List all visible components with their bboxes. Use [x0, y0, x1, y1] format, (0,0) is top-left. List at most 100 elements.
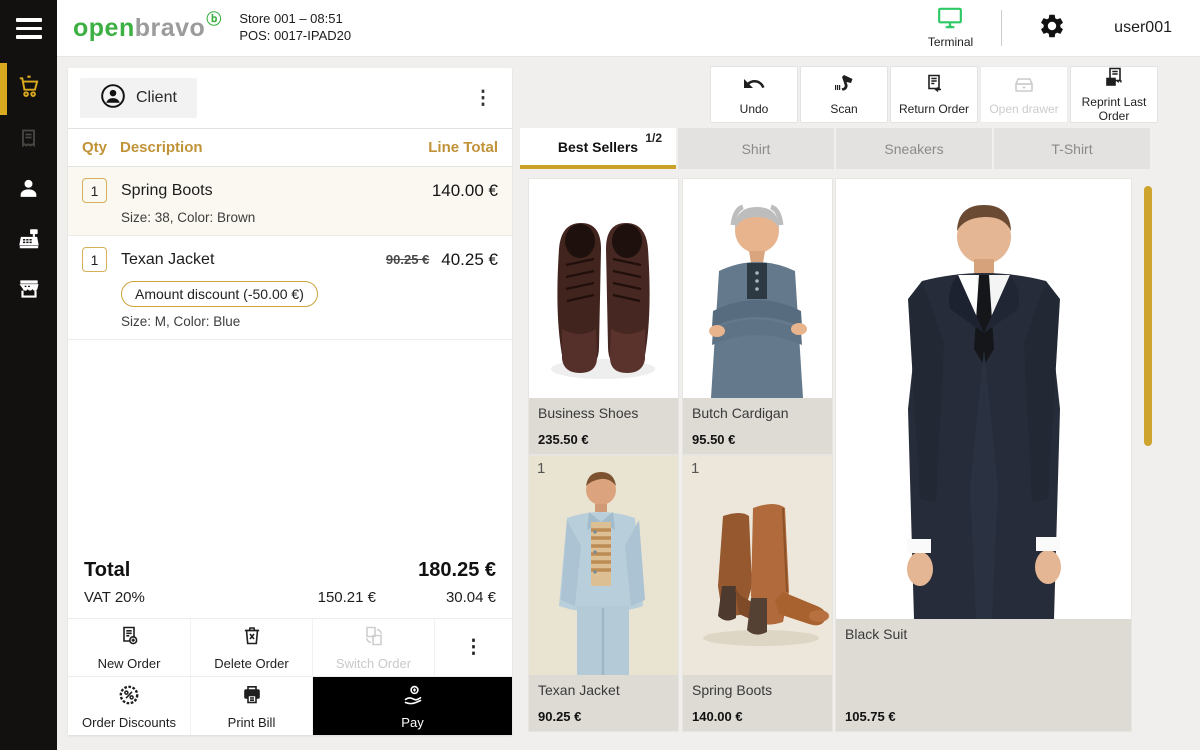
order-line[interactable]: 1 Texan Jacket 90.25 € 40.25 € Amount di… — [68, 236, 512, 340]
product-card-butch-cardigan[interactable]: Butch Cardigan 95.50 € — [682, 178, 833, 455]
business-shoes-image — [529, 179, 678, 398]
totals: Total 180.25 € VAT 20% 150.21 € 30.04 € — [68, 549, 512, 618]
more-actions-button[interactable]: ⋮ — [434, 619, 512, 676]
open-drawer-button: Open drawer — [980, 66, 1068, 123]
settings-button[interactable] — [1038, 12, 1066, 45]
spring-boots-image — [683, 456, 832, 675]
scan-button[interactable]: Scan — [800, 66, 888, 123]
return-order-icon — [922, 72, 946, 101]
terminal-button[interactable]: Terminal — [928, 7, 973, 49]
order-lines: 1 Spring Boots 140.00 € Size: 38, Color:… — [68, 167, 512, 549]
col-description: Description — [120, 139, 428, 156]
switch-order-button: Switch Order — [312, 619, 434, 676]
reprint-icon — [1102, 65, 1126, 94]
client-label: Client — [136, 89, 177, 107]
product-name: Spring Boots — [683, 675, 832, 698]
delete-order-icon — [240, 624, 264, 653]
client-button[interactable]: Client — [80, 78, 197, 118]
return-order-button[interactable]: Return Order — [890, 66, 978, 123]
gear-icon — [1038, 12, 1066, 45]
order-discounts-button[interactable]: Order Discounts — [68, 677, 190, 735]
tab-shirt[interactable]: Shirt — [678, 128, 834, 169]
product-card-texan-jacket[interactable]: 1 Texan Jacket 90.25 € — [528, 455, 679, 732]
logo-text-open: open — [73, 16, 135, 41]
product-name: Butch Cardigan — [683, 398, 832, 421]
product-price: 95.50 € — [692, 432, 735, 447]
sidebar-item-sales[interactable] — [0, 63, 57, 115]
order-line[interactable]: 1 Spring Boots 140.00 € Size: 38, Color:… — [68, 167, 512, 236]
discount-chip[interactable]: Amount discount (-50.00 €) — [121, 281, 318, 307]
catalog-scrollbar[interactable] — [1144, 186, 1152, 446]
topbar-divider — [1001, 10, 1002, 46]
category-tabs: Best Sellers 1/2 Shirt Sneakers T-Shirt — [520, 128, 1150, 169]
product-qty-badge: 1 — [537, 460, 545, 477]
topbar: openbravoⓑ Store 001 – 08:51 POS: 0017-I… — [57, 0, 1200, 57]
print-bill-button[interactable]: Print Bill — [190, 677, 312, 735]
line-original-price: 90.25 € — [386, 252, 429, 267]
line-attributes: Size: 38, Color: Brown — [121, 210, 498, 225]
menu-icon[interactable] — [0, 0, 57, 57]
total-value: 180.25 € — [418, 559, 496, 582]
sidebar-item-customers[interactable] — [0, 167, 57, 215]
order-actions: New Order Delete Order Switch Order ⋮ — [68, 618, 512, 735]
vat-base: 150.21 € — [226, 589, 376, 606]
order-menu-button[interactable]: ⋮ — [466, 87, 500, 110]
new-order-button[interactable]: New Order — [68, 619, 190, 676]
product-name: Black Suit — [836, 619, 1131, 642]
product-price: 140.00 € — [692, 709, 743, 724]
tab-best-sellers[interactable]: Best Sellers 1/2 — [520, 128, 676, 169]
store-icon — [16, 276, 42, 307]
terminal-label: Terminal — [928, 35, 973, 49]
tab-t-shirt[interactable]: T-Shirt — [994, 128, 1150, 169]
product-price: 105.75 € — [845, 709, 896, 724]
vat-amount: 30.04 € — [376, 589, 496, 606]
order-panel: Client ⋮ Qty Description Line Total 1 Sp… — [68, 68, 512, 735]
product-price: 90.25 € — [538, 709, 581, 724]
black-suit-image — [836, 179, 1131, 619]
sidebar — [0, 0, 57, 750]
pos-app: openbravoⓑ Store 001 – 08:51 POS: 0017-I… — [0, 0, 1200, 750]
openbravo-logo: openbravoⓑ — [73, 16, 221, 41]
new-order-icon — [117, 624, 141, 653]
cash-register-icon — [16, 226, 42, 257]
person-icon — [16, 176, 41, 206]
reprint-last-order-button[interactable]: Reprint Last Order — [1070, 66, 1158, 123]
store-line2: POS: 0017-IPAD20 — [239, 28, 351, 45]
logo-mark-icon: ⓑ — [206, 12, 221, 27]
sidebar-item-cash-register[interactable] — [0, 217, 57, 265]
pay-button[interactable]: Pay — [312, 677, 512, 735]
line-attributes: Size: M, Color: Blue — [121, 314, 498, 329]
store-line1: Store 001 – 08:51 — [239, 11, 351, 28]
order-columns-header: Qty Description Line Total — [68, 129, 512, 167]
user-name[interactable]: user001 — [1114, 19, 1172, 37]
line-qty-badge: 1 — [82, 247, 107, 272]
pay-hand-coin-icon — [401, 683, 425, 712]
line-total: 40.25 € — [441, 250, 498, 270]
product-card-spring-boots[interactable]: 1 Spring Boots 140.00 € — [682, 455, 833, 732]
store-info: Store 001 – 08:51 POS: 0017-IPAD20 — [239, 11, 351, 45]
switch-order-icon — [362, 624, 386, 653]
sidebar-item-receipts[interactable] — [0, 117, 57, 165]
tab-sneakers[interactable]: Sneakers — [836, 128, 992, 169]
col-qty: Qty — [82, 139, 120, 156]
tab-page-badge: 1/2 — [645, 131, 662, 145]
butch-cardigan-image — [683, 179, 832, 398]
delete-order-button[interactable]: Delete Order — [190, 619, 312, 676]
sidebar-item-store[interactable] — [0, 267, 57, 315]
line-qty-badge: 1 — [82, 178, 107, 203]
vat-label: VAT 20% — [84, 589, 226, 606]
barcode-scanner-icon — [832, 72, 856, 101]
line-name: Spring Boots — [121, 182, 213, 200]
undo-button[interactable]: Undo — [710, 66, 798, 123]
printer-icon — [240, 683, 264, 712]
product-price: 235.50 € — [538, 432, 589, 447]
texan-jacket-image — [529, 456, 678, 675]
line-total: 140.00 € — [432, 181, 498, 201]
product-card-black-suit[interactable]: Black Suit 105.75 € — [835, 178, 1132, 732]
client-bar: Client ⋮ — [68, 68, 512, 129]
line-name: Texan Jacket — [121, 251, 214, 269]
product-name: Business Shoes — [529, 398, 678, 421]
logo-text-bravo: bravo — [135, 16, 206, 41]
catalog-toolbar: Undo Scan Return Order Open drawer Repri… — [710, 66, 1158, 123]
product-card-business-shoes[interactable]: Business Shoes 235.50 € — [528, 178, 679, 455]
